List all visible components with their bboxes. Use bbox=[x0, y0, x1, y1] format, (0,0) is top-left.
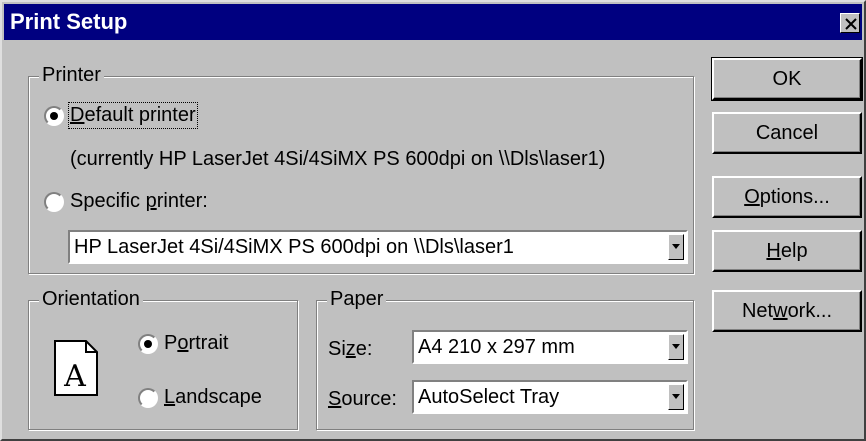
specific-printer-value: HP LaserJet 4Si/4SiMX PS 600dpi on \\Dls… bbox=[74, 236, 514, 258]
portrait-page-icon: A bbox=[54, 340, 98, 396]
default-printer-radio[interactable] bbox=[44, 106, 64, 126]
portrait-label[interactable]: Portrait bbox=[164, 332, 228, 355]
paper-size-select[interactable]: A4 210 x 297 mm bbox=[412, 330, 688, 364]
title-bar[interactable]: Print Setup bbox=[4, 4, 862, 40]
orientation-legend: Orientation bbox=[39, 288, 143, 311]
chevron-down-icon bbox=[672, 344, 680, 349]
page-icon-letter: A bbox=[63, 359, 86, 394]
options-button[interactable]: Options... bbox=[712, 176, 862, 218]
printer-legend: Printer bbox=[39, 64, 104, 87]
default-printer-label[interactable]: Default printer bbox=[68, 102, 198, 129]
chevron-down-icon bbox=[672, 394, 680, 399]
portrait-radio[interactable] bbox=[138, 334, 158, 354]
size-label: Size: bbox=[328, 338, 373, 360]
source-label: Source: bbox=[328, 388, 397, 410]
cancel-button[interactable]: Cancel bbox=[712, 112, 862, 154]
close-icon bbox=[845, 18, 857, 30]
landscape-label[interactable]: Landscape bbox=[164, 386, 262, 409]
landscape-radio[interactable] bbox=[138, 388, 158, 408]
dropdown-arrow-button[interactable] bbox=[668, 334, 684, 360]
network-button[interactable]: Network... bbox=[712, 290, 862, 332]
close-button[interactable] bbox=[840, 13, 860, 33]
ok-button[interactable]: OK bbox=[711, 57, 863, 101]
window-title: Print Setup bbox=[10, 9, 128, 34]
paper-size-value: A4 210 x 297 mm bbox=[418, 336, 575, 358]
specific-printer-radio[interactable] bbox=[44, 192, 64, 212]
paper-source-value: AutoSelect Tray bbox=[418, 386, 560, 408]
paper-source-select[interactable]: AutoSelect Tray bbox=[412, 380, 688, 414]
paper-legend: Paper bbox=[327, 288, 387, 311]
print-setup-dialog: Print Setup Printer Default printer (cur… bbox=[0, 0, 866, 441]
radio-selected-dot bbox=[50, 112, 58, 120]
specific-printer-label[interactable]: Specific printer: bbox=[70, 190, 208, 213]
dropdown-arrow-button[interactable] bbox=[668, 234, 684, 260]
current-printer-text: (currently HP LaserJet 4Si/4SiMX PS 600d… bbox=[70, 148, 606, 170]
radio-selected-dot bbox=[144, 340, 152, 348]
dropdown-arrow-button[interactable] bbox=[668, 384, 684, 410]
specific-printer-select[interactable]: HP LaserJet 4Si/4SiMX PS 600dpi on \\Dls… bbox=[68, 230, 688, 264]
chevron-down-icon bbox=[672, 244, 680, 249]
help-button[interactable]: Help bbox=[712, 230, 862, 272]
